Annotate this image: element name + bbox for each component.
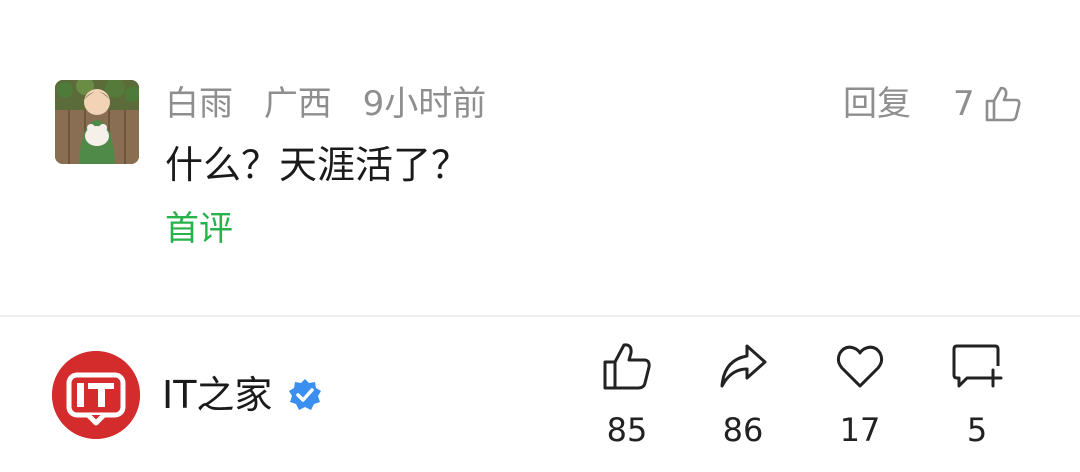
comment-time: 9小时前 [362,84,487,124]
comment-meta: 白雨 广西 9小时前 [165,82,506,126]
ithome-logo-icon [52,351,140,439]
thumbs-up-icon [985,86,1021,122]
like-count: 85 [606,411,648,449]
divider [0,315,1080,317]
comment-add-icon [952,344,1003,388]
account-name[interactable]: IT之家 [162,370,272,420]
comment-user-name[interactable]: 白雨 [165,84,233,124]
share-arrow-icon [720,344,767,388]
user-avatar[interactable] [55,80,139,164]
favorite-count: 17 [839,411,881,449]
comment-like-button[interactable]: 7 [953,80,1023,128]
verified-badge-icon [289,379,321,410]
comment-count: 5 [966,411,988,449]
reply-button[interactable]: 回复 [843,82,911,126]
favorite-button[interactable]: 17 [820,340,900,450]
share-count: 86 [722,411,764,449]
avatar-image [55,80,139,164]
comment-text: 什么？天涯活了？ [165,143,470,187]
heart-icon [836,345,884,388]
share-button[interactable]: 86 [703,340,783,450]
thumbs-up-icon [603,343,651,390]
account-logo[interactable] [52,351,140,439]
comment-location: 广西 [263,84,332,124]
comment-like-count: 7 [953,84,975,124]
comment-button[interactable]: 5 [937,340,1017,450]
first-comment-badge: 首评 [165,209,233,249]
like-button[interactable]: 85 [587,340,667,450]
